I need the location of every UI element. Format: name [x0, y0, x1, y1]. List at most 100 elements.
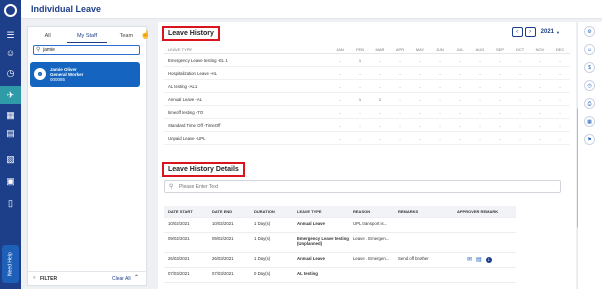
- month-value-cell: -: [439, 70, 441, 76]
- date-start-header: DATE START: [168, 209, 193, 214]
- month-value-cell: -: [559, 122, 561, 128]
- chevron-up-icon[interactable]: ⌃: [134, 274, 139, 281]
- leave-type-cell: AL testing: [297, 271, 318, 276]
- month-value-cell: -: [419, 122, 421, 128]
- clipboard-icon[interactable]: ▦: [584, 116, 595, 127]
- month-value-cell: -: [559, 109, 561, 115]
- home-icon[interactable]: ☰: [4, 30, 17, 41]
- month-value-cell: -: [479, 109, 481, 115]
- details-search-field[interactable]: ⚲: [164, 180, 561, 193]
- month-value-cell: -: [379, 57, 381, 63]
- month-value-cell: 1: [358, 57, 362, 63]
- month-value-cell: -: [379, 135, 381, 141]
- month-value-cell: -: [379, 70, 381, 76]
- approver-remark-header: APPROVER REMARK: [457, 209, 499, 214]
- leave-type-cell: AL testing -AL1: [168, 83, 198, 89]
- duration-cell: 0 Day(s): [254, 271, 271, 276]
- month-header: JAN: [336, 46, 344, 52]
- month-value-cell: -: [519, 96, 521, 102]
- staff-search-field[interactable]: ⚲: [33, 45, 140, 55]
- report-icon[interactable]: ▧: [4, 154, 17, 165]
- month-value-cell: -: [539, 96, 541, 102]
- table-header-row: DATE START DATE END DURATION LEAVE TYPE …: [164, 206, 516, 218]
- right-action-bar: ⚙ ☺ $ ◷ ⎙ ▦ ⚑: [578, 22, 602, 289]
- month-value-cell: -: [499, 122, 501, 128]
- month-value-cell: -: [479, 96, 481, 102]
- month-value-cell: -: [419, 83, 421, 89]
- table-row[interactable]: 26/03/2021 26/03/2021 1 Day(s) Annual Leave…: [164, 253, 516, 268]
- previous-year-button[interactable]: ‹: [511, 27, 523, 37]
- app-logo-icon[interactable]: [4, 4, 17, 17]
- approver-remark-cell: [453, 236, 516, 252]
- month-value-cell: -: [499, 83, 501, 89]
- calendar-icon[interactable]: ▤: [4, 128, 17, 139]
- month-value-cell: -: [479, 57, 481, 63]
- leave-details-table: DATE START DATE END DURATION LEAVE TYPE …: [164, 206, 516, 283]
- month-value-cell: -: [359, 122, 361, 128]
- month-value-cell: -: [439, 96, 441, 102]
- tab-all[interactable]: All: [28, 31, 67, 43]
- file-icon[interactable]: ▣: [4, 176, 17, 187]
- month-value-cell: -: [339, 122, 341, 128]
- chart-icon[interactable]: ▯: [4, 198, 17, 209]
- year-selector[interactable]: 2021: [541, 29, 554, 35]
- approver-remark-cell: [453, 271, 516, 282]
- table-row[interactable]: 07/03/2021 07/03/2021 0 Day(s) AL testing: [164, 268, 516, 283]
- document-icon[interactable]: ▤: [476, 256, 482, 263]
- alarm-icon[interactable]: ◷: [584, 80, 595, 91]
- month-value-cell: -: [459, 135, 461, 141]
- attachment-icon[interactable]: ✉: [467, 256, 472, 263]
- table-row[interactable]: 09/02/2021 09/02/2021 1 Day(s) Emergency Le…: [164, 233, 516, 253]
- month-header: JUN: [436, 46, 444, 52]
- month-value-cell: -: [439, 57, 441, 63]
- need-help-button[interactable]: Need Help: [2, 245, 19, 283]
- leave-type-cell: Emergency Leave testing -EL 1: [168, 57, 228, 63]
- month-value-cell: -: [539, 70, 541, 76]
- month-value-cell: -: [379, 122, 381, 128]
- month-value-cell: -: [419, 96, 421, 102]
- print-icon[interactable]: ⎙: [584, 98, 595, 109]
- table-row: Emergency Leave testing -EL 1 - 1 - - - - - - - - -…: [164, 54, 570, 67]
- leave-history-details-title: Leave History Details: [162, 162, 245, 177]
- month-header: OCT: [515, 46, 525, 52]
- month-value-cell: -: [499, 135, 501, 141]
- leave-type-cell: Emergency Leave testing (Unplanned): [297, 236, 349, 246]
- table-row: timeoff testing -TO - - - - - - - - - - - -: [164, 106, 570, 119]
- settings-icon[interactable]: ⚙: [584, 26, 595, 37]
- month-value-cell: -: [419, 57, 421, 63]
- details-search-input[interactable]: [179, 183, 549, 191]
- month-value-cell: -: [499, 57, 501, 63]
- month-value-cell: -: [519, 57, 521, 63]
- document-icon[interactable]: ▦: [4, 110, 17, 121]
- filter-label[interactable]: FILTER: [40, 276, 57, 282]
- staff-panel: All My Staff ☝ Team ⚲ ☻ Jamie Oliver Gen…: [27, 26, 151, 286]
- month-value-cell: -: [519, 109, 521, 115]
- table-row[interactable]: 10/02/2021 10/02/2021 1 Day(s) Annual Leave…: [164, 218, 516, 233]
- money-icon[interactable]: $: [584, 62, 595, 73]
- staff-search-input[interactable]: [43, 46, 138, 54]
- month-value-cell: -: [479, 70, 481, 76]
- leave-type-cell: Standard Time Off -TimeOff: [168, 122, 221, 128]
- leave-type-cell: Annual Leave: [297, 256, 325, 261]
- leave-icon[interactable]: ✈: [4, 90, 17, 101]
- tag-icon[interactable]: ⚑: [584, 134, 595, 145]
- month-value-cell: -: [419, 109, 421, 115]
- month-value-cell: -: [339, 96, 341, 102]
- tab-my-staff[interactable]: My Staff: [67, 31, 107, 43]
- people-icon[interactable]: ☺: [4, 48, 17, 59]
- reason-cell: UPL transport is...: [353, 221, 388, 226]
- clock-icon[interactable]: ◷: [4, 68, 17, 79]
- month-value-cell: -: [359, 135, 361, 141]
- month-value-cell: -: [399, 135, 401, 141]
- staff-card[interactable]: ☻ Jamie Oliver General Worker 000085: [30, 62, 140, 87]
- approver-remark-cell: [453, 221, 516, 232]
- clear-all-link[interactable]: Clear All: [112, 276, 131, 282]
- month-value-cell: -: [499, 109, 501, 115]
- chevron-down-icon[interactable]: ▼: [556, 30, 560, 35]
- leave-history-table: LEAVE TYPE JAN FEB MAR APR MAY JUN JUL A…: [164, 45, 570, 145]
- tab-team[interactable]: ☝ Team: [107, 30, 151, 43]
- month-value-cell: -: [399, 96, 401, 102]
- month-value-cell: -: [399, 57, 401, 63]
- user-icon[interactable]: ☺: [584, 44, 595, 55]
- next-year-button[interactable]: ›: [524, 27, 536, 37]
